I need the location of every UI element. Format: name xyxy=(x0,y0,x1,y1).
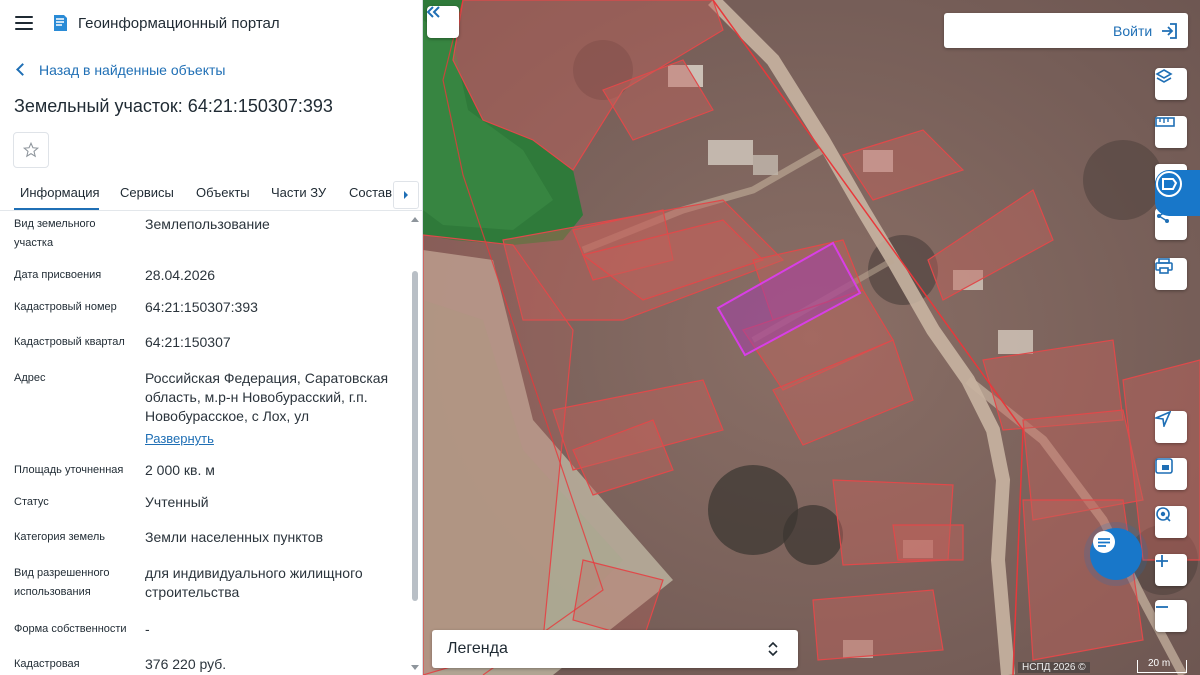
collapse-panel-button[interactable] xyxy=(427,6,459,38)
object-title: Земельный участок: 64:21:150307:393 xyxy=(14,96,333,116)
zoom-out-button[interactable] xyxy=(1155,600,1187,632)
login-button[interactable]: Войти xyxy=(944,13,1188,48)
tab-composition[interactable]: Состав xyxy=(349,185,392,200)
scale-bar: 20 m xyxy=(1137,658,1187,673)
tabs-scroll-right-button[interactable] xyxy=(393,181,419,209)
ruler-icon xyxy=(1155,117,1175,127)
property-value: 2 000 кв. м xyxy=(145,462,215,478)
geolocation-icon xyxy=(1156,507,1171,522)
scroll-down-arrow-icon[interactable] xyxy=(411,665,419,670)
chevron-left-icon xyxy=(16,63,29,76)
chat-icon xyxy=(1093,531,1115,553)
property-value: Земли населенных пунктов xyxy=(145,529,324,545)
minimap-button[interactable] xyxy=(1155,458,1187,490)
satellite-map-canvas[interactable] xyxy=(423,0,1200,675)
property-label: Форма собственности xyxy=(14,623,127,635)
object-tabs: Информация Сервисы Объекты Части ЗУ Сост… xyxy=(0,176,422,211)
back-label: Назад в найденные объекты xyxy=(39,62,226,78)
portal-logo-icon xyxy=(54,15,67,31)
tab-parts[interactable]: Части ЗУ xyxy=(271,185,326,200)
login-icon xyxy=(1162,23,1177,39)
property-value: 28.04.2026 xyxy=(145,267,216,283)
ruler-button[interactable] xyxy=(1155,116,1187,148)
property-value: - xyxy=(145,621,150,637)
info-panel: Геоинформационный портал Назад в найденн… xyxy=(0,0,423,675)
chat-button[interactable] xyxy=(1090,528,1142,580)
legend-label: Легенда xyxy=(447,640,508,657)
expand-address-link[interactable]: Развернуть xyxy=(145,429,403,448)
property-label: Кадастровый номер xyxy=(14,301,117,313)
favorite-button[interactable] xyxy=(13,132,49,168)
menu-icon[interactable] xyxy=(15,16,33,30)
rosreestr-icon xyxy=(1156,171,1182,197)
property-value: 64:21:150307:393 xyxy=(145,299,258,315)
layers-icon xyxy=(1155,69,1173,83)
scroll-up-arrow-icon[interactable] xyxy=(411,217,419,222)
legend-dropdown[interactable]: Легенда xyxy=(432,630,798,668)
property-label: Вид земельного участка xyxy=(14,218,96,249)
scroll-thumb[interactable] xyxy=(412,271,418,601)
property-label: Статус xyxy=(14,496,49,508)
zoom-in-icon xyxy=(1156,555,1168,567)
geolocation-button[interactable] xyxy=(1155,506,1187,538)
zoom-out-icon xyxy=(1156,606,1168,608)
property-value: Российская Федерация, Саратовская област… xyxy=(145,370,389,424)
rosreestr-service-button[interactable] xyxy=(1155,170,1200,216)
app-title: Геоинформационный портал xyxy=(78,15,280,32)
navigate-icon xyxy=(1155,411,1171,427)
map-view[interactable]: Войти Легенда НСПД 2026 © 20 m xyxy=(423,0,1200,675)
panel-header: Геоинформационный портал xyxy=(0,0,422,48)
double-chevron-left-icon xyxy=(427,6,440,18)
layers-button[interactable] xyxy=(1155,68,1187,100)
tab-objects[interactable]: Объекты xyxy=(196,185,250,200)
active-tab-indicator xyxy=(14,208,99,210)
back-to-results-link[interactable]: Назад в найденные объекты xyxy=(16,62,226,78)
navigate-button[interactable] xyxy=(1155,411,1187,443)
property-label: Кадастровая xyxy=(14,658,80,670)
property-value: Землепользование xyxy=(145,216,270,232)
property-value: для индивидуального жилищного строительс… xyxy=(145,565,363,600)
property-label: Дата присвоения xyxy=(14,269,102,281)
tab-info[interactable]: Информация xyxy=(20,185,100,200)
print-icon xyxy=(1155,258,1173,274)
property-label: Категория земель xyxy=(14,531,105,543)
tab-services[interactable]: Сервисы xyxy=(120,185,174,200)
zoom-in-button[interactable] xyxy=(1155,554,1187,586)
property-label: Адрес xyxy=(14,372,46,384)
map-attribution: НСПД 2026 © xyxy=(1018,662,1090,673)
property-label: Вид разрешенного использования xyxy=(14,567,110,598)
properties-scrollbar[interactable] xyxy=(410,213,420,675)
property-value: 64:21:150307 xyxy=(145,334,231,350)
chevron-right-icon xyxy=(404,191,408,199)
star-icon xyxy=(22,141,40,158)
minimap-icon xyxy=(1155,458,1173,474)
scale-label: 20 m xyxy=(1148,658,1171,669)
expand-collapse-icon xyxy=(768,641,778,657)
property-value: 376 220 руб. xyxy=(145,656,227,672)
property-label: Кадастровый квартал xyxy=(14,336,125,348)
expand-label: Развернуть xyxy=(145,431,214,446)
properties-list: Вид земельного участка Землепользование … xyxy=(0,211,408,675)
property-label: Площадь уточненная xyxy=(14,464,124,476)
property-value: Учтенный xyxy=(145,494,209,510)
login-label: Войти xyxy=(1113,23,1153,39)
print-button[interactable] xyxy=(1155,258,1187,290)
